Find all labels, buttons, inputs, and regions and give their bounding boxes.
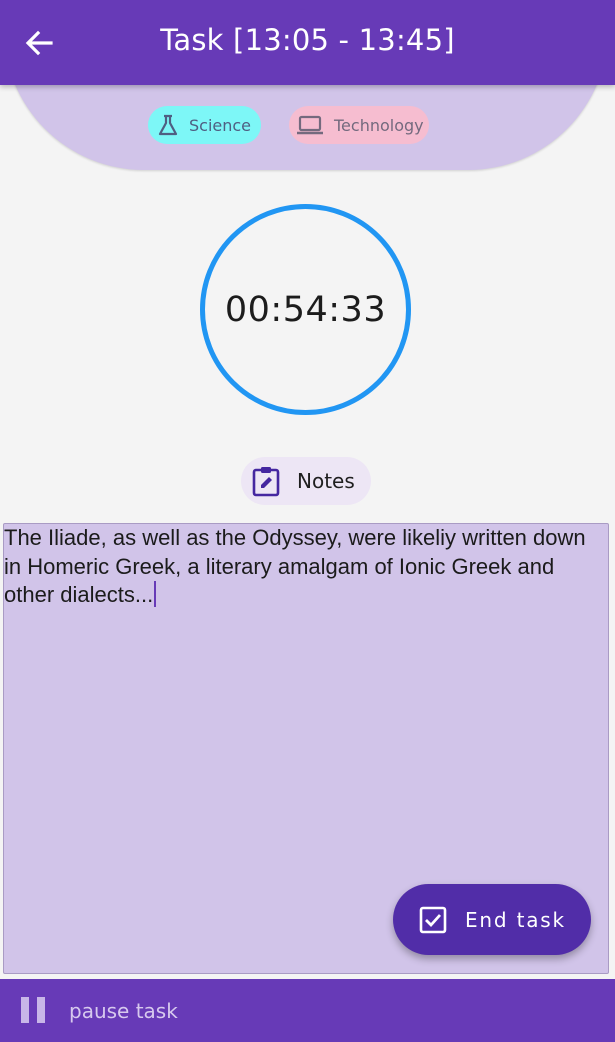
notes-button[interactable]: Notes xyxy=(241,457,371,505)
laptop-icon xyxy=(297,115,323,135)
end-task-button[interactable]: End task xyxy=(393,884,591,955)
tag-chip-science[interactable]: Science xyxy=(148,106,261,144)
app-bar: Task [13:05 - 13:45] xyxy=(0,0,615,85)
pause-task-button[interactable]: pause task xyxy=(69,999,178,1023)
tag-label: Science xyxy=(189,115,252,135)
text-cursor xyxy=(154,581,157,607)
notes-text: The Iliade, as well as the Odyssey, were… xyxy=(4,525,586,607)
timer-value: 00:54:33 xyxy=(224,289,387,330)
pause-icon[interactable] xyxy=(20,995,46,1025)
page-title: Task [13:05 - 13:45] xyxy=(160,23,455,57)
flask-icon xyxy=(158,114,178,136)
tag-label: Technology xyxy=(334,115,424,135)
edit-clipboard-icon xyxy=(252,467,280,497)
checkbox-icon xyxy=(419,906,447,933)
notes-label: Notes xyxy=(297,469,355,493)
countdown-timer: 00:54:33 xyxy=(200,204,411,415)
tag-chip-technology[interactable]: Technology xyxy=(289,106,429,144)
bottom-bar: pause task xyxy=(0,979,615,1042)
end-task-label: End task xyxy=(465,907,566,932)
